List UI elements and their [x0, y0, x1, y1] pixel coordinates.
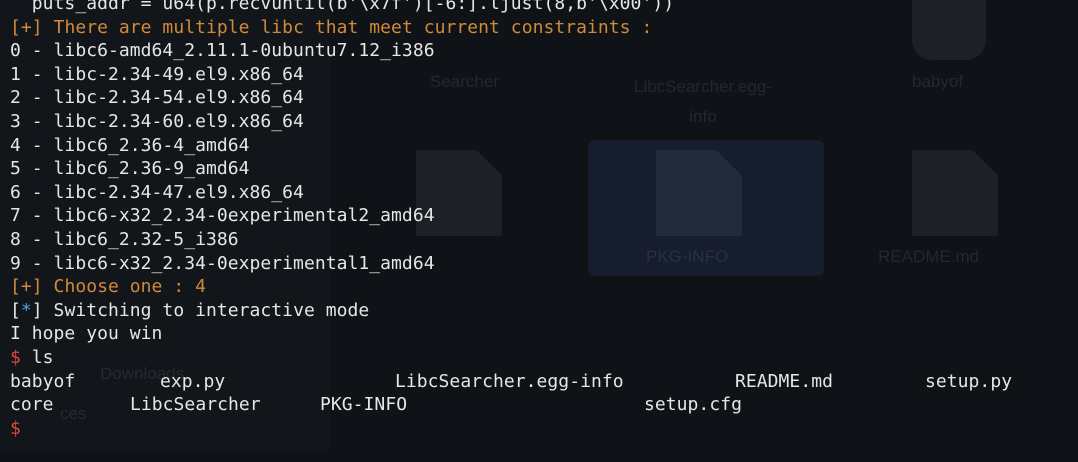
ls-entry: LibcSearcher.egg-info	[395, 370, 624, 392]
libc-option-0: 0 - libc6-amd64_2.11.1-0ubuntu7.12_i386	[10, 40, 435, 62]
ls-output-row-1: babyof exp.py LibcSearcher.egg-info README.…	[10, 370, 1078, 394]
libc-option-3: 3 - libc-2.34-60.el9.x86_64	[10, 110, 304, 132]
ls-entry: babyof	[10, 370, 76, 392]
shell-prompt: $	[10, 346, 21, 368]
bracket-close: ]	[31, 299, 43, 321]
shell-command-line: $ ls	[10, 346, 1078, 370]
choose-one-prompt: [+] Choose one : 4	[10, 275, 1078, 299]
choose-one-value: 4	[195, 276, 206, 298]
ls-output-row-2: core LibcSearcher PKG-INFO setup.cfg	[10, 393, 1078, 417]
switching-mode-text: Switching to interactive mode	[42, 299, 370, 321]
terminal-cut-line: puts_addr = u64(p.recvuntil(b'\x7f')[-6:…	[10, 0, 675, 14]
multiple-libc-text: There are multiple libc that meet curren…	[42, 16, 653, 38]
bracket-open: [	[10, 299, 21, 321]
status-plus-marker: [+]	[10, 16, 43, 38]
ls-entry: LibcSearcher	[130, 394, 261, 416]
libc-option-4: 4 - libc6_2.36-4_amd64	[10, 134, 250, 156]
shell-prompt: $	[10, 417, 21, 439]
libc-option-2: 2 - libc-2.34-54.el9.x86_64	[10, 87, 304, 109]
libc-option-8: 8 - libc6_2.32-5_i386	[10, 228, 239, 250]
ls-entry: README.md	[735, 370, 833, 392]
libc-option-5: 5 - libc6_2.36-9_amd64	[10, 158, 250, 180]
multiple-libc-message: [+] There are multiple libc that meet cu…	[10, 16, 1078, 40]
switching-mode-message: [*] Switching to interactive mode	[10, 299, 1078, 323]
ls-entry: setup.py	[925, 370, 1013, 392]
ls-entry: exp.py	[160, 370, 226, 392]
libc-option-9: 9 - libc6-x32_2.34-0experimental1_amd64	[10, 252, 435, 274]
terminal-output[interactable]: puts_addr = u64(p.recvuntil(b'\x7f')[-6:…	[0, 0, 1078, 462]
ls-entry: PKG-INFO	[320, 394, 408, 416]
status-plus-marker: [+]	[10, 276, 43, 298]
libc-option-1: 1 - libc-2.34-49.el9.x86_64	[10, 63, 304, 85]
choose-one-text: Choose one :	[42, 276, 196, 298]
libc-option-6: 6 - libc-2.34-47.el9.x86_64	[10, 181, 304, 203]
shell-input-line[interactable]: $	[10, 417, 1078, 441]
ls-entry: setup.cfg	[644, 394, 742, 416]
status-star-marker: *	[20, 299, 32, 321]
ls-entry: core	[10, 394, 54, 416]
shell-command: ls	[20, 346, 54, 368]
program-output-line: I hope you win	[10, 323, 163, 345]
libc-option-7: 7 - libc6-x32_2.34-0experimental2_amd64	[10, 205, 435, 227]
